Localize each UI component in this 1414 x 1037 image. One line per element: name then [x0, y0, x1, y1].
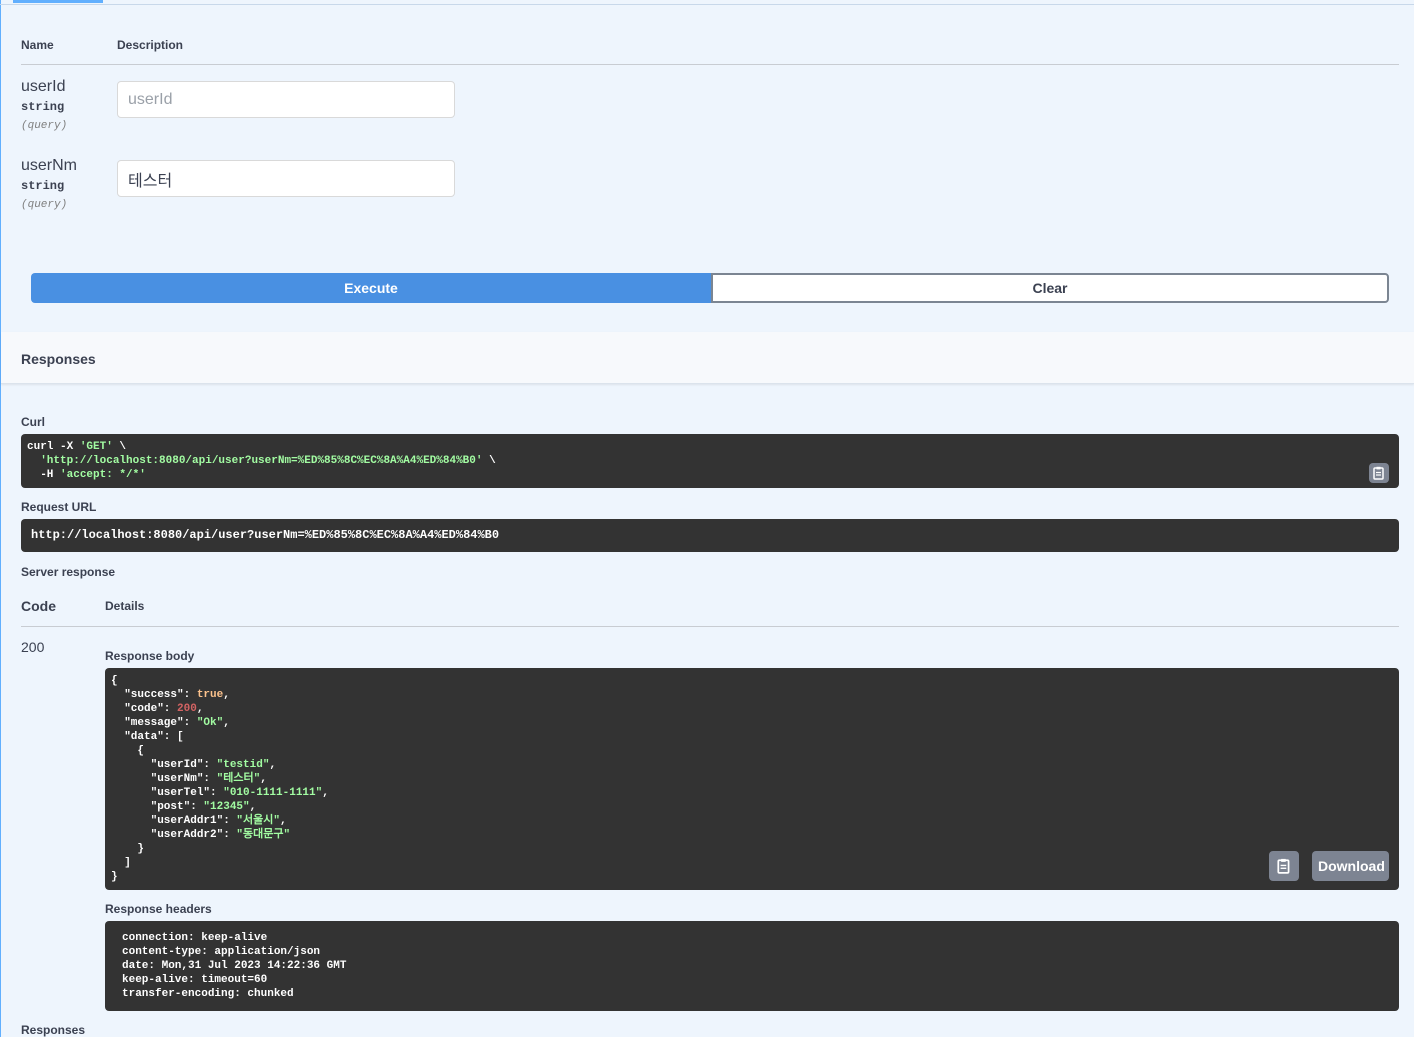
top-divider	[0, 4, 1414, 5]
param-name-usernm: userNm	[21, 157, 78, 174]
param-in-userid: (query)	[21, 120, 68, 132]
curl-copy-button[interactable]	[1369, 463, 1389, 483]
request-url-value[interactable]: http://localhost:8080/api/user?userNm=%E…	[21, 519, 1399, 552]
clipboard-icon	[1373, 466, 1384, 480]
responses-title: Responses	[21, 351, 96, 367]
response-body-block[interactable]: { "success": true, "code": 200, "message…	[105, 668, 1399, 890]
execute-button[interactable]: Execute	[31, 273, 711, 303]
header-line: transfer-encoding: chunked	[122, 988, 294, 1000]
curl-cmd: curl -X	[27, 441, 80, 453]
param-name-userid: userId	[21, 78, 66, 95]
body-useraddr2: "동대문구"	[236, 829, 291, 841]
body-post: "12345"	[203, 801, 250, 813]
responses-header-bar: Responses	[1, 332, 1414, 384]
header-line: keep-alive: timeout=60	[122, 974, 268, 986]
body-message: "Ok"	[196, 717, 224, 729]
response-status-code: 200	[21, 639, 45, 655]
download-button[interactable]: Download	[1312, 851, 1389, 881]
details-column-header: Details	[105, 599, 145, 613]
body-usernm: "테스터"	[216, 773, 261, 785]
curl-url: 'http://localhost:8080/api/user?userNm=%…	[40, 455, 483, 467]
code-column-header: Code	[21, 598, 56, 614]
params-header-divider	[21, 64, 1399, 65]
curl-code-block[interactable]: curl -X 'GET' \ 'http://localhost:8080/a…	[21, 434, 1399, 488]
footer-responses-title: Responses	[21, 1023, 86, 1037]
response-body-copy-button[interactable]	[1269, 851, 1299, 881]
header-line: content-type: application/json	[122, 946, 321, 958]
section-left-border	[0, 0, 1, 1037]
curl-line1-end: \	[112, 441, 127, 453]
header-line: date: Mon,31 Jul 2023 14:22:36 GMT	[122, 960, 347, 972]
curl-flag: -H	[40, 469, 61, 481]
server-response-label: Server response	[21, 565, 116, 579]
response-headers-label: Response headers	[105, 902, 212, 916]
clipboard-icon	[1277, 858, 1290, 874]
clear-button[interactable]: Clear	[711, 273, 1389, 303]
response-table-divider	[21, 626, 1399, 627]
param-type-userid: string	[21, 100, 65, 114]
response-headers-block[interactable]: connection: keep-alive content-type: appl…	[105, 921, 1399, 1011]
param-in-usernm: (query)	[21, 199, 68, 211]
curl-label: Curl	[21, 415, 45, 429]
userid-input[interactable]	[117, 81, 455, 118]
body-usertel: "010-1111-1111"	[223, 787, 323, 799]
curl-header: 'accept: */*'	[60, 469, 146, 481]
curl-method: 'GET'	[79, 441, 113, 453]
curl-line2-end: \	[482, 455, 496, 467]
body-useraddr1: "서울시"	[236, 815, 280, 827]
usernm-input[interactable]	[117, 160, 455, 197]
param-type-usernm: string	[21, 179, 65, 193]
param-header-description: Description	[117, 38, 184, 52]
param-header-name: Name	[21, 38, 54, 52]
response-body-label: Response body	[105, 649, 195, 663]
header-line: connection: keep-alive	[122, 932, 268, 944]
body-code: 200	[177, 703, 197, 715]
request-url-label: Request URL	[21, 500, 97, 514]
active-tab-indicator	[13, 0, 103, 3]
body-userid: "testid"	[216, 759, 270, 771]
body-success: true	[196, 689, 224, 701]
